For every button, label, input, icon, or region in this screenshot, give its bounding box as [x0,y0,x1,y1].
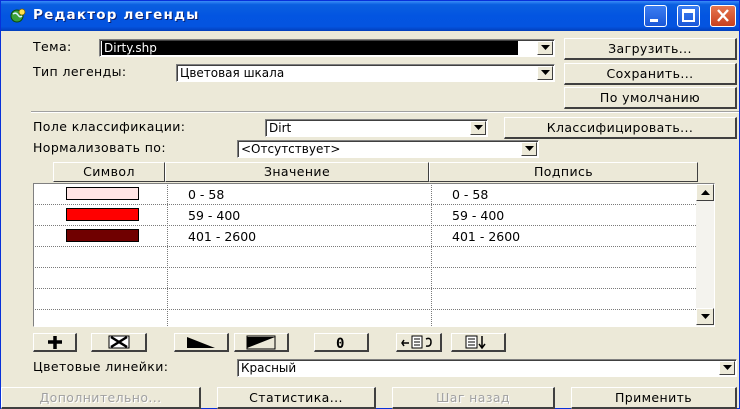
classification-field-label: Поле классификации: [33,119,186,134]
table-row[interactable]: 0 - 58 0 - 58 [35,184,696,205]
chevron-down-icon[interactable] [537,66,553,80]
color-ramp-value: Красный [241,361,297,375]
sort-button[interactable] [451,333,506,352]
divider [31,111,739,113]
scroll-up-button[interactable] [696,184,714,201]
normalize-value: <Отсутствует> [241,142,341,156]
column-header-label[interactable]: Подпись [429,162,698,182]
reverse-button[interactable] [396,333,442,352]
legend-type-select[interactable]: Цветовая шкала [176,64,555,82]
theme-label: Тема: [33,39,72,54]
column-header-value[interactable]: Значение [165,162,429,182]
classification-field-value: Dirt [269,121,292,135]
table-row[interactable]: 401 - 2600 401 - 2600 [35,226,696,247]
chevron-down-icon[interactable] [537,41,553,55]
save-button[interactable]: Сохранить... [564,63,737,85]
table-row-empty[interactable] [35,289,696,310]
add-class-button[interactable] [33,333,77,352]
theme-select[interactable]: Dirty.shp [99,39,555,57]
table-row[interactable]: 59 - 400 59 - 400 [35,205,696,226]
class-label[interactable]: 0 - 58 [452,187,488,202]
minimize-button[interactable] [644,5,667,27]
normalize-select[interactable]: <Отсутствует> [237,140,539,158]
statistics-button[interactable]: Статистика... [217,387,376,409]
chevron-down-icon[interactable] [719,361,735,375]
window-title: Редактор легенды [33,7,200,23]
normalize-label: Нормализовать по: [33,140,166,155]
legend-class-table[interactable]: 0 - 58 0 - 58 59 - 400 59 - 400 401 - 26… [33,183,715,327]
default-button[interactable]: По умолчанию [564,87,737,109]
class-label[interactable]: 59 - 400 [452,208,504,223]
class-label[interactable]: 401 - 2600 [452,229,520,244]
table-row-empty[interactable] [35,268,696,289]
undo-button[interactable]: Шаг назад [392,387,555,409]
theme-select-value: Dirty.shp [102,41,518,55]
symbol-swatch[interactable] [66,229,139,242]
legend-type-label: Тип легенды: [33,64,127,79]
table-row-empty[interactable] [35,247,696,268]
title-bar[interactable]: Редактор легенды [1,1,739,31]
legend-type-value: Цветовая шкала [180,66,285,80]
scroll-down-button[interactable] [696,308,714,325]
color-ramp-select[interactable]: Красный [237,359,737,377]
classify-button[interactable]: Классифицировать... [504,117,737,139]
close-button[interactable] [710,5,736,27]
chevron-down-icon[interactable] [521,142,537,156]
color-ramp-label: Цветовые линейки: [33,359,169,374]
class-value[interactable]: 401 - 2600 [188,229,256,244]
delete-class-button[interactable] [91,333,147,352]
maximize-button[interactable] [677,5,700,27]
classification-field-select[interactable]: Dirt [265,119,488,137]
column-header-symbol[interactable]: Символ [53,162,165,182]
load-button[interactable]: Загрузить... [564,38,737,60]
apply-button[interactable]: Применить [571,387,737,409]
zero-button[interactable]: 0 [314,333,369,352]
class-value[interactable]: 0 - 58 [188,187,224,202]
symbol-swatch[interactable] [66,208,139,221]
vertical-scrollbar[interactable] [696,184,714,326]
chevron-down-icon[interactable] [470,121,486,135]
ramp-ascending-button[interactable] [174,333,229,352]
app-globe-icon [9,7,27,25]
advanced-button[interactable]: Дополнительно... [1,387,201,409]
class-value[interactable]: 59 - 400 [188,208,240,223]
symbol-swatch[interactable] [66,187,139,200]
ramp-descending-button[interactable] [234,333,289,352]
legend-editor-window: Редактор легенды Тема: Dirty.shp Загрузи… [0,0,740,409]
svg-text:0: 0 [336,336,344,351]
